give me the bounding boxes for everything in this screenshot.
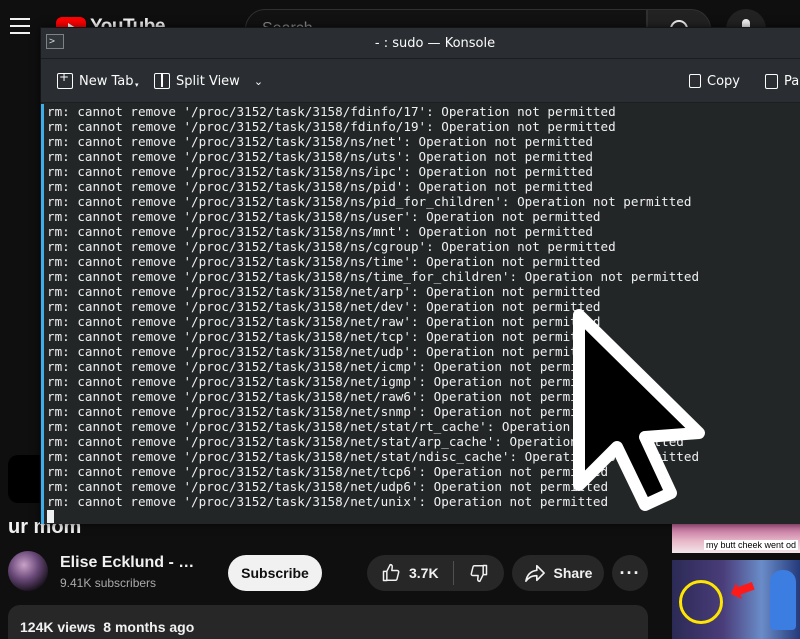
terminal-line: rm: cannot remove '/proc/3152/task/3158/… [47,254,601,269]
description-box[interactable]: 124K views 8 months ago [8,605,648,639]
channel-avatar[interactable] [8,551,48,591]
like-count: 3.7K [409,565,439,581]
terminal-line: rm: cannot remove '/proc/3152/task/3158/… [47,119,616,134]
konsole-toolbar: New Tab ▾ Split View ⌄ Copy Pa [41,59,800,103]
thumbs-down-icon [470,564,488,583]
share-label: Share [553,565,593,581]
hamburger-menu-icon[interactable] [10,18,30,34]
share-arrow-icon [524,564,545,582]
terminal-line: rm: cannot remove '/proc/3152/task/3158/… [47,284,601,299]
copy-icon [689,74,701,88]
window-titlebar[interactable]: > - : sudo — Konsole [41,28,800,59]
share-button[interactable]: Share [512,555,604,591]
terminal-line: rm: cannot remove '/proc/3152/task/3158/… [47,239,616,254]
dislike-button[interactable] [454,555,504,591]
terminal-line: rm: cannot remove '/proc/3152/task/3158/… [47,209,601,224]
sidebar-video-thumbnail[interactable]: my butt cheek went od [672,523,800,553]
new-tab-menu-indicator-icon[interactable]: ▾ [135,81,139,89]
terminal-line: rm: cannot remove '/proc/3152/task/3158/… [47,104,616,119]
terminal-cursor [47,510,54,523]
terminal-line: rm: cannot remove '/proc/3152/task/3158/… [47,179,593,194]
subscriber-count: 9.41K subscribers [60,576,157,590]
highlight-circle [679,580,723,624]
thumbs-up-icon [382,563,400,582]
split-view-button[interactable]: Split View ⌄ [154,70,263,92]
video-player[interactable] [8,455,42,503]
terminal-line: rm: cannot remove '/proc/3152/task/3158/… [47,224,593,239]
subscribe-button[interactable]: Subscribe [228,555,322,591]
sidebar-video-thumbnail[interactable]: ⬅ [672,560,800,639]
chevron-down-icon: ⌄ [253,74,264,88]
window-title: - : sudo — Konsole [374,36,496,51]
copy-button[interactable]: Copy [689,70,740,92]
paste-button[interactable]: Pa [765,70,799,92]
split-view-label: Split View [176,73,240,89]
split-view-icon [154,73,170,89]
thumbnail-caption: my butt cheek went od [704,540,799,550]
new-tab-icon [57,70,73,89]
views-and-date: 124K views 8 months ago [20,619,195,635]
terminal-line: rm: cannot remove '/proc/3152/task/3158/… [47,194,692,209]
like-dislike-group: 3.7K [367,555,504,591]
red-arrow-icon: ⬅ [725,569,761,610]
paste-label: Pa [784,73,800,89]
new-tab-label: New Tab [79,73,134,89]
cartoon-character [770,570,796,630]
copy-label: Copy [707,73,740,89]
more-actions-button[interactable]: ··· [612,555,648,591]
terminal-line: rm: cannot remove '/proc/3152/task/3158/… [47,134,593,149]
terminal-line: rm: cannot remove '/proc/3152/task/3158/… [47,269,700,284]
paste-icon [765,73,778,89]
like-button[interactable]: 3.7K [367,555,453,591]
new-tab-button[interactable]: New Tab [57,70,134,92]
channel-name[interactable]: Elise Ecklund - To... [60,554,200,572]
terminal-line: rm: cannot remove '/proc/3152/task/3158/… [47,149,593,164]
mouse-pointer-icon [573,309,705,511]
terminal-line: rm: cannot remove '/proc/3152/task/3158/… [47,164,593,179]
